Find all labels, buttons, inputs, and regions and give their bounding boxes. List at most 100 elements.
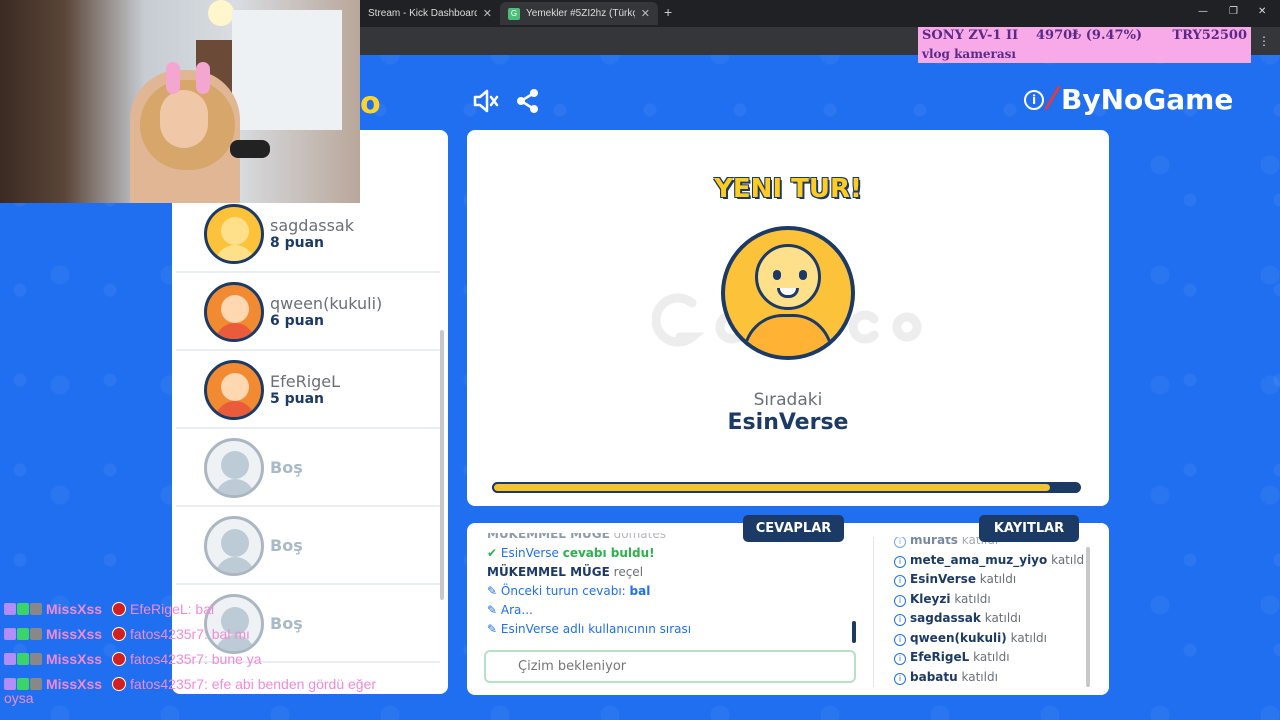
tab-gartic-game[interactable]: G Yemekler #5ZI2hz (Türkçe) - Ga ✕ [500,2,658,25]
slot-label: Boş [270,458,303,477]
chat-dot-icon [112,601,127,616]
chat-dot-icon [112,676,127,691]
logs-scrollbar[interactable] [1086,547,1090,687]
info-icon: i [894,537,906,548]
log-row: i mete_ama_muz_yiyo katıldı [894,553,1084,573]
stream-chat: MissXss EfeRigeL: bal MissXss fatos4235r… [4,596,474,706]
player-avatar [204,359,264,420]
info-icon: i [894,653,906,665]
guess-input[interactable] [484,650,856,683]
ticker-price: 4970₺ (9.47%) [1036,28,1143,43]
chat-user: MissXss [46,625,103,642]
maximize-icon[interactable]: ❐ [1229,6,1238,17]
chat-continuation: oysa [4,690,34,706]
chat-user: MissXss [46,650,103,667]
product-ticker: SONY ZV-1 II 4970₺ (9.47%) TRY52500 vlog… [918,27,1251,63]
player-row: EfeRigeL 5 puan [176,352,440,429]
chat-message: MissXss fatos4235r7: bal mı [4,621,474,646]
panel-divider [873,537,874,687]
player-avatar [204,281,264,342]
log-row: i qween(kukuli) katıldı [894,631,1084,651]
answer-row: ✎ EsinVerse adlı kullanıcının sırası [487,622,692,636]
chat-badges-icon [4,602,42,615]
bynogame-banner[interactable]: i ⁄ ByNoGame [1024,82,1233,117]
empty-avatar-icon [204,515,264,576]
chat-text: EfeRigeL: bal [130,600,215,617]
bynogame-logo-icon: ⁄ [1050,82,1056,117]
info-icon[interactable]: i [1024,89,1044,110]
share-icon[interactable] [516,88,540,121]
next-player-avatar [721,226,855,360]
chat-text: fatos4235r7: bune ya [130,650,262,667]
answer-row: MÜKEMMEL MÜGE reçel [487,565,644,579]
sound-icon[interactable] [472,88,500,121]
round-title: YENI TUR! [714,174,862,204]
ticker-product: SONY ZV-1 II [922,28,1019,43]
logs-list: i murats katıldı i mete_ama_muz_yiyo katıl… [894,537,1084,691]
player-points: 8 puan [270,235,325,251]
ticker-code: TRY52500 [1172,28,1247,43]
tab-title: Stream - Kick Dashboard [368,8,477,19]
player-name: sagdassak [270,216,354,235]
empty-avatar-icon [204,437,264,498]
next-label: Sıradaki [753,390,823,410]
tab-answers[interactable]: CEVAPLAR [743,515,844,542]
chat-user: MissXss [46,675,103,692]
minimize-icon[interactable]: — [1198,6,1208,17]
empty-slot: Boş [176,430,440,507]
new-tab-button[interactable]: + [664,4,672,20]
chat-message: MissXss fatos4235r7: bune ya [4,646,474,671]
slot-label: Boş [270,536,303,555]
answers-scrollbar[interactable] [852,621,856,643]
tab-kick-dashboard[interactable]: Stream - Kick Dashboard ✕ [360,2,500,25]
player-list-scrollbar[interactable] [440,330,444,600]
chat-dot-icon [112,626,127,641]
favicon-icon: G [508,7,520,20]
webcam-overlay [0,0,360,203]
log-row: i Kleyzi katıldı [894,592,1084,612]
info-icon: i [894,575,906,587]
info-icon: i [894,633,906,646]
answer-row: ✎ Önceki turun cevabı: bal [487,584,651,598]
chat-message: MissXss EfeRigeL: bal [4,596,474,621]
player-row: sagdassak 8 puan [176,196,440,273]
log-row: i sagdassak katıldı [894,611,1084,631]
turn-timer-fill [492,482,1052,493]
turn-timer-bar [492,482,1081,493]
tab-title: Yemekler #5ZI2hz (Türkçe) - Ga [526,8,635,19]
close-tab-icon[interactable]: ✕ [483,7,492,20]
player-name: qween(kukuli) [270,294,383,313]
check-icon: ✔ [487,546,498,560]
log-row: i EsinVerse katıldı [894,572,1084,592]
close-tab-icon[interactable]: ✕ [641,7,650,20]
info-icon: i [894,672,906,685]
chat-badges-icon [4,677,42,690]
ticker-subtitle: vlog kamerası [922,47,1016,61]
log-row: i EfeRigeL katıldı [894,650,1084,670]
info-icon: i [894,555,906,568]
answer-row: ✎ Ara... [487,603,533,617]
round-card: YENI TUR! Sıradaki EsinVerse [467,130,1109,506]
empty-slot: Boş [176,508,440,585]
chat-dot-icon [112,651,127,666]
player-points: 5 puan [270,391,325,407]
browser-menu-icon[interactable]: ⋮ [1258,34,1270,48]
info-icon: i [894,614,906,626]
pencil-icon: ✎ [487,584,498,598]
answers-list: MÜKEMMEL MÜGE domates ✔ EsinVerse cevabı… [487,533,859,649]
log-row: i babatu katıldı [894,670,1084,690]
player-avatar [204,203,264,264]
player-name: EfeRigeL [270,372,341,391]
chat-badges-icon [4,652,42,665]
next-player-name: EsinVerse [727,410,849,435]
close-window-icon[interactable]: ✕ [1258,6,1266,17]
tab-logs[interactable]: KAYITLAR [979,515,1079,542]
pencil-icon: ✎ [487,622,498,636]
chat-panel: MÜKEMMEL MÜGE domates ✔ EsinVerse cevabı… [467,523,1109,695]
info-icon: i [894,594,906,607]
chat-text: fatos4235r7: efe abi benden gördü eğer [130,675,377,692]
chat-text: fatos4235r7: bal mı [130,625,250,642]
chat-badges-icon [4,627,42,640]
answer-row: ✔ EsinVerse cevabı buldu! [487,546,655,560]
pencil-icon: ✎ [487,603,498,617]
